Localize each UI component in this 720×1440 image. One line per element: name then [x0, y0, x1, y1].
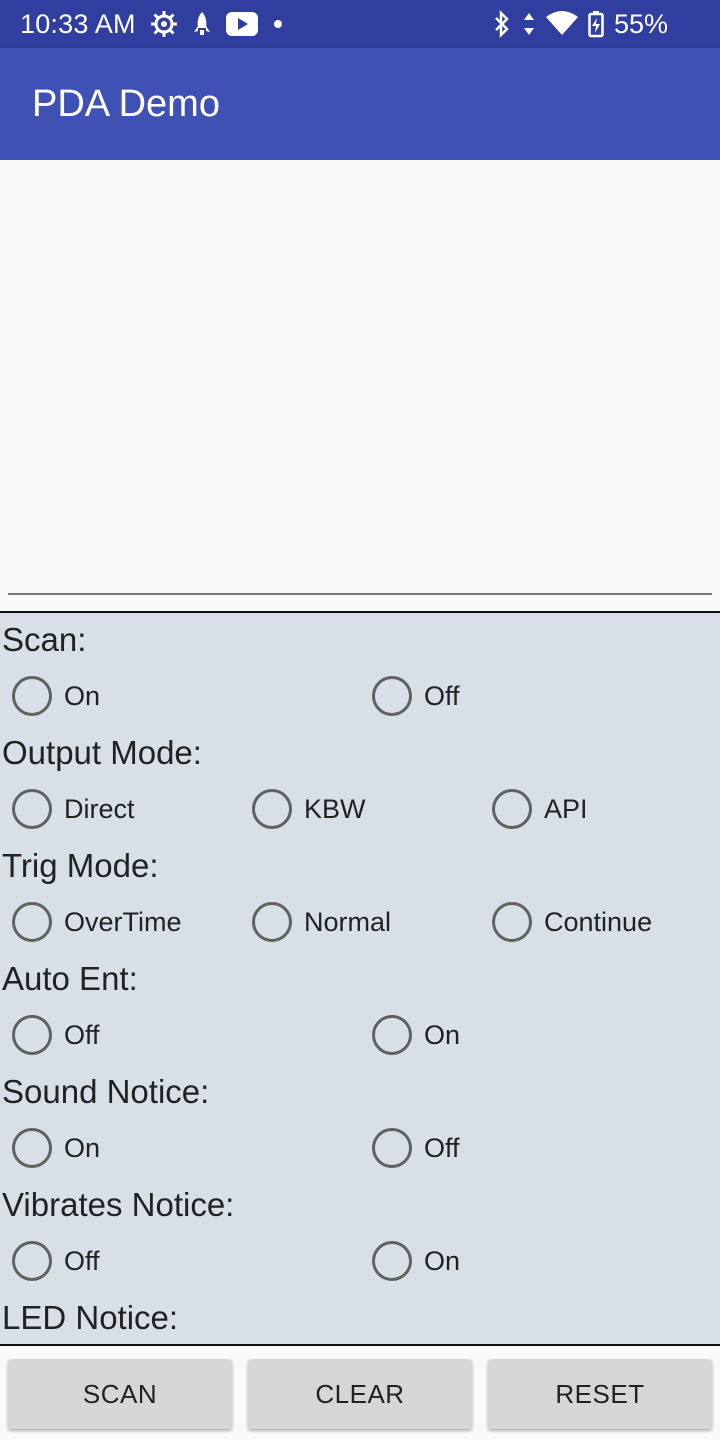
reset-button[interactable]: RESET [488, 1359, 712, 1429]
app-title: PDA Demo [32, 83, 220, 125]
output-mode-label: Output Mode: [2, 734, 202, 771]
radio-circle [12, 1241, 52, 1281]
radio-label: Off [64, 1245, 100, 1276]
output-api-radio[interactable]: API [492, 789, 588, 829]
rocket-icon [192, 10, 212, 38]
vibrates-notice-label: Vibrates Notice: [2, 1186, 235, 1223]
radio-circle [252, 789, 292, 829]
bluetooth-icon [492, 10, 512, 38]
radio-circle [492, 902, 532, 942]
button-bar: SCAN CLEAR RESET [0, 1348, 720, 1440]
result-field-underline [8, 593, 712, 595]
radio-label: On [424, 1019, 461, 1050]
battery-charging-icon [588, 10, 604, 38]
radio-circle [372, 1128, 412, 1168]
sound-off-radio[interactable]: Off [372, 1128, 460, 1168]
radio-label: On [64, 1132, 101, 1163]
scan-on-radio[interactable]: On [12, 676, 100, 716]
settings-panel[interactable]: Scan: On Off Output Mode: Direct KBW API… [0, 611, 720, 1346]
output-kbw-radio[interactable]: KBW [252, 789, 366, 829]
radio-circle [252, 902, 292, 942]
radio-label: On [424, 1245, 461, 1276]
scan-off-radio[interactable]: Off [372, 676, 460, 716]
youtube-icon [225, 12, 258, 36]
trig-continue-radio[interactable]: Continue [492, 902, 652, 942]
dot-icon [272, 18, 284, 30]
data-arrows-icon [522, 10, 536, 38]
vibrate-off-radio[interactable]: Off [12, 1241, 100, 1281]
radio-circle [12, 676, 52, 716]
sound-notice-label: Sound Notice: [2, 1073, 210, 1110]
vibrate-on-radio[interactable]: On [372, 1241, 460, 1281]
radio-label: Direct [64, 793, 135, 824]
radio-label: Off [64, 1019, 100, 1050]
trig-overtime-radio[interactable]: OverTime [12, 902, 182, 942]
status-left: 10:33 AM [20, 0, 284, 48]
auto-ent-on-radio[interactable]: On [372, 1015, 460, 1055]
radio-circle [12, 789, 52, 829]
radio-label: Continue [544, 906, 653, 937]
radio-circle [12, 1128, 52, 1168]
trig-normal-radio[interactable]: Normal [252, 902, 391, 942]
scan-button[interactable]: SCAN [8, 1359, 232, 1429]
radio-circle [372, 676, 412, 716]
status-bar: 10:33 AM 55% [0, 0, 720, 48]
radio-label: On [64, 680, 101, 711]
radio-circle [372, 1241, 412, 1281]
app-bar: PDA Demo [0, 48, 720, 160]
radio-label: Off [424, 1132, 460, 1163]
trig-mode-label: Trig Mode: [2, 847, 159, 884]
scan-result-field[interactable] [0, 160, 720, 610]
radio-circle [492, 789, 532, 829]
radio-circle [12, 902, 52, 942]
battery-percentage: 55% [613, 8, 668, 39]
radio-label: API [544, 793, 588, 824]
output-direct-radio[interactable]: Direct [12, 789, 135, 829]
wifi-icon [545, 11, 578, 37]
radio-label: Normal [304, 906, 392, 937]
radio-circle [372, 1015, 412, 1055]
radio-label: OverTime [64, 906, 182, 937]
radio-circle [12, 1015, 52, 1055]
auto-ent-label: Auto Ent: [2, 960, 138, 997]
radio-label: KBW [304, 793, 366, 824]
scan-label: Scan: [2, 621, 87, 658]
settings-gear-icon [150, 10, 178, 38]
status-time: 10:33 AM [20, 8, 136, 39]
clear-button[interactable]: CLEAR [248, 1359, 472, 1429]
auto-ent-off-radio[interactable]: Off [12, 1015, 100, 1055]
led-notice-label: LED Notice: [2, 1299, 179, 1336]
radio-label: Off [424, 680, 460, 711]
status-right: 55% [492, 0, 668, 48]
sound-on-radio[interactable]: On [12, 1128, 100, 1168]
